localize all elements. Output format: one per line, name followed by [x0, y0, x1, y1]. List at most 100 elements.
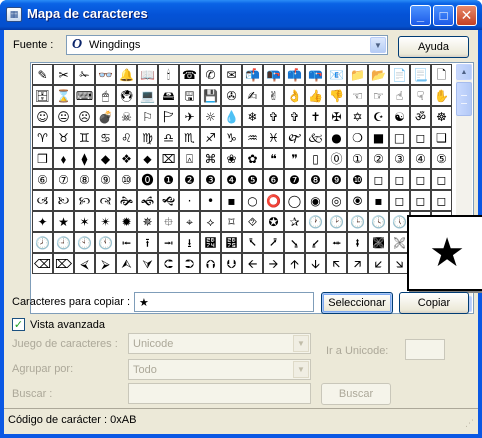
- character-cell[interactable]: ⧫: [74, 148, 95, 169]
- character-cell[interactable]: ⓿: [137, 169, 158, 190]
- character-cell[interactable]: ✁: [74, 64, 95, 85]
- character-cell[interactable]: ♊: [74, 127, 95, 148]
- character-cell[interactable]: ✌: [263, 85, 284, 106]
- character-cell[interactable]: ⌫: [32, 253, 53, 274]
- character-cell[interactable]: ✪: [263, 211, 284, 232]
- character-cell[interactable]: ☝: [389, 85, 410, 106]
- character-cell[interactable]: 🖴: [158, 85, 179, 106]
- character-cell[interactable]: 🙜: [137, 190, 158, 211]
- character-cell[interactable]: 🏱: [158, 106, 179, 127]
- resize-grip-icon[interactable]: ⋰: [465, 418, 474, 429]
- character-cell[interactable]: ❻: [263, 169, 284, 190]
- character-cell[interactable]: ♒: [242, 127, 263, 148]
- character-cell[interactable]: ⭹: [305, 232, 326, 253]
- character-cell[interactable]: ⮚: [95, 253, 116, 274]
- character-cell[interactable]: ❷: [179, 169, 200, 190]
- character-cell[interactable]: 📄: [389, 64, 410, 85]
- character-cell[interactable]: ⬧: [53, 148, 74, 169]
- character-cell[interactable]: 😐: [53, 106, 74, 127]
- character-cell[interactable]: ❿: [347, 169, 368, 190]
- character-cell[interactable]: ☎: [179, 64, 200, 85]
- character-cell[interactable]: ✠: [326, 106, 347, 127]
- character-cell[interactable]: 🙝: [158, 190, 179, 211]
- character-cell[interactable]: ⌛: [53, 85, 74, 106]
- character-cell[interactable]: ☸: [431, 106, 452, 127]
- character-cell[interactable]: ❖: [116, 148, 137, 169]
- character-cell[interactable]: ⮛: [137, 253, 158, 274]
- character-cell[interactable]: 🙩: [368, 232, 389, 253]
- character-cell[interactable]: ◻: [389, 169, 410, 190]
- character-cell[interactable]: ♋: [95, 127, 116, 148]
- advanced-view-label[interactable]: Vista avanzada: [30, 319, 105, 331]
- character-cell[interactable]: ⮉: [200, 253, 221, 274]
- character-cell[interactable]: ✶: [74, 211, 95, 232]
- character-cell[interactable]: ☜: [347, 85, 368, 106]
- character-cell[interactable]: 📬: [242, 64, 263, 85]
- character-cell[interactable]: ▯: [305, 148, 326, 169]
- character-cell[interactable]: ⌦: [53, 253, 74, 274]
- character-cell[interactable]: ☟: [410, 85, 431, 106]
- character-cell[interactable]: 🕯: [158, 64, 179, 85]
- character-cell[interactable]: 🔔: [116, 64, 137, 85]
- character-cell[interactable]: 📭: [263, 64, 284, 85]
- character-cell[interactable]: ✎: [32, 64, 53, 85]
- character-cell[interactable]: ◆: [95, 148, 116, 169]
- character-cell[interactable]: ⑨: [95, 169, 116, 190]
- character-cell[interactable]: ⭴: [200, 232, 221, 253]
- character-cell[interactable]: ⑧: [74, 169, 95, 190]
- character-cell[interactable]: ✈: [179, 106, 200, 127]
- character-cell[interactable]: ⭱: [137, 232, 158, 253]
- character-cell[interactable]: ⮊: [179, 253, 200, 274]
- character-cell[interactable]: ⭷: [263, 232, 284, 253]
- character-cell[interactable]: ◉: [305, 190, 326, 211]
- title-bar[interactable]: ▦ Mapa de caracteres _ □ ✕: [0, 0, 482, 30]
- character-cell[interactable]: ⌘: [200, 148, 221, 169]
- character-cell[interactable]: 📧: [326, 64, 347, 85]
- search-button[interactable]: Buscar: [321, 383, 391, 405]
- character-cell[interactable]: ⭵: [221, 232, 242, 253]
- character-cell[interactable]: ⬥: [137, 148, 158, 169]
- copy-button[interactable]: Copiar: [399, 292, 469, 314]
- character-cell[interactable]: 💻: [137, 85, 158, 106]
- character-cell[interactable]: ⭕: [263, 190, 284, 211]
- minimize-button[interactable]: _: [410, 5, 431, 26]
- character-cell[interactable]: ⭲: [158, 232, 179, 253]
- character-cell[interactable]: ❀: [221, 148, 242, 169]
- scroll-up-button[interactable]: ▲: [456, 64, 472, 80]
- character-cell[interactable]: ❺: [242, 169, 263, 190]
- character-cell[interactable]: ✉: [221, 64, 242, 85]
- character-cell[interactable]: ❍: [347, 127, 368, 148]
- character-cell[interactable]: ⮈: [158, 253, 179, 274]
- character-cell[interactable]: ◻: [410, 127, 431, 148]
- character-cell[interactable]: 🡭: [347, 253, 368, 274]
- character-cell[interactable]: 🖲: [116, 85, 137, 106]
- character-cell[interactable]: ♑: [221, 127, 242, 148]
- character-cell[interactable]: ⌖: [179, 211, 200, 232]
- character-cell[interactable]: ❸: [200, 169, 221, 190]
- character-cell[interactable]: 🖫: [179, 85, 200, 106]
- character-cell[interactable]: ⍓: [179, 148, 200, 169]
- character-cell[interactable]: ⯑: [242, 211, 263, 232]
- character-cell[interactable]: 🕗: [32, 232, 53, 253]
- character-cell[interactable]: 📁: [347, 64, 368, 85]
- character-cell[interactable]: ❽: [305, 169, 326, 190]
- character-cell[interactable]: 📪: [305, 64, 326, 85]
- character-cell[interactable]: ·: [179, 190, 200, 211]
- character-cell[interactable]: ⚐: [137, 106, 158, 127]
- character-cell[interactable]: 🗋: [431, 64, 452, 85]
- character-cell[interactable]: ⮙: [116, 253, 137, 274]
- character-cell[interactable]: 🖱: [95, 85, 116, 106]
- character-cell[interactable]: ◻: [389, 190, 410, 211]
- character-cell[interactable]: ⭶: [242, 232, 263, 253]
- character-cell[interactable]: ⑥: [32, 169, 53, 190]
- character-cell[interactable]: ⌧: [158, 148, 179, 169]
- character-cell[interactable]: ♉: [53, 127, 74, 148]
- character-cell[interactable]: ☹: [74, 106, 95, 127]
- character-cell[interactable]: ◯: [284, 190, 305, 211]
- chevron-down-icon[interactable]: ▼: [293, 335, 309, 352]
- character-cell[interactable]: ⭳: [179, 232, 200, 253]
- character-cell[interactable]: ♏: [179, 127, 200, 148]
- character-cell[interactable]: 🡫: [305, 253, 326, 274]
- character-cell[interactable]: ✋: [431, 85, 452, 106]
- character-cell[interactable]: 💣: [95, 106, 116, 127]
